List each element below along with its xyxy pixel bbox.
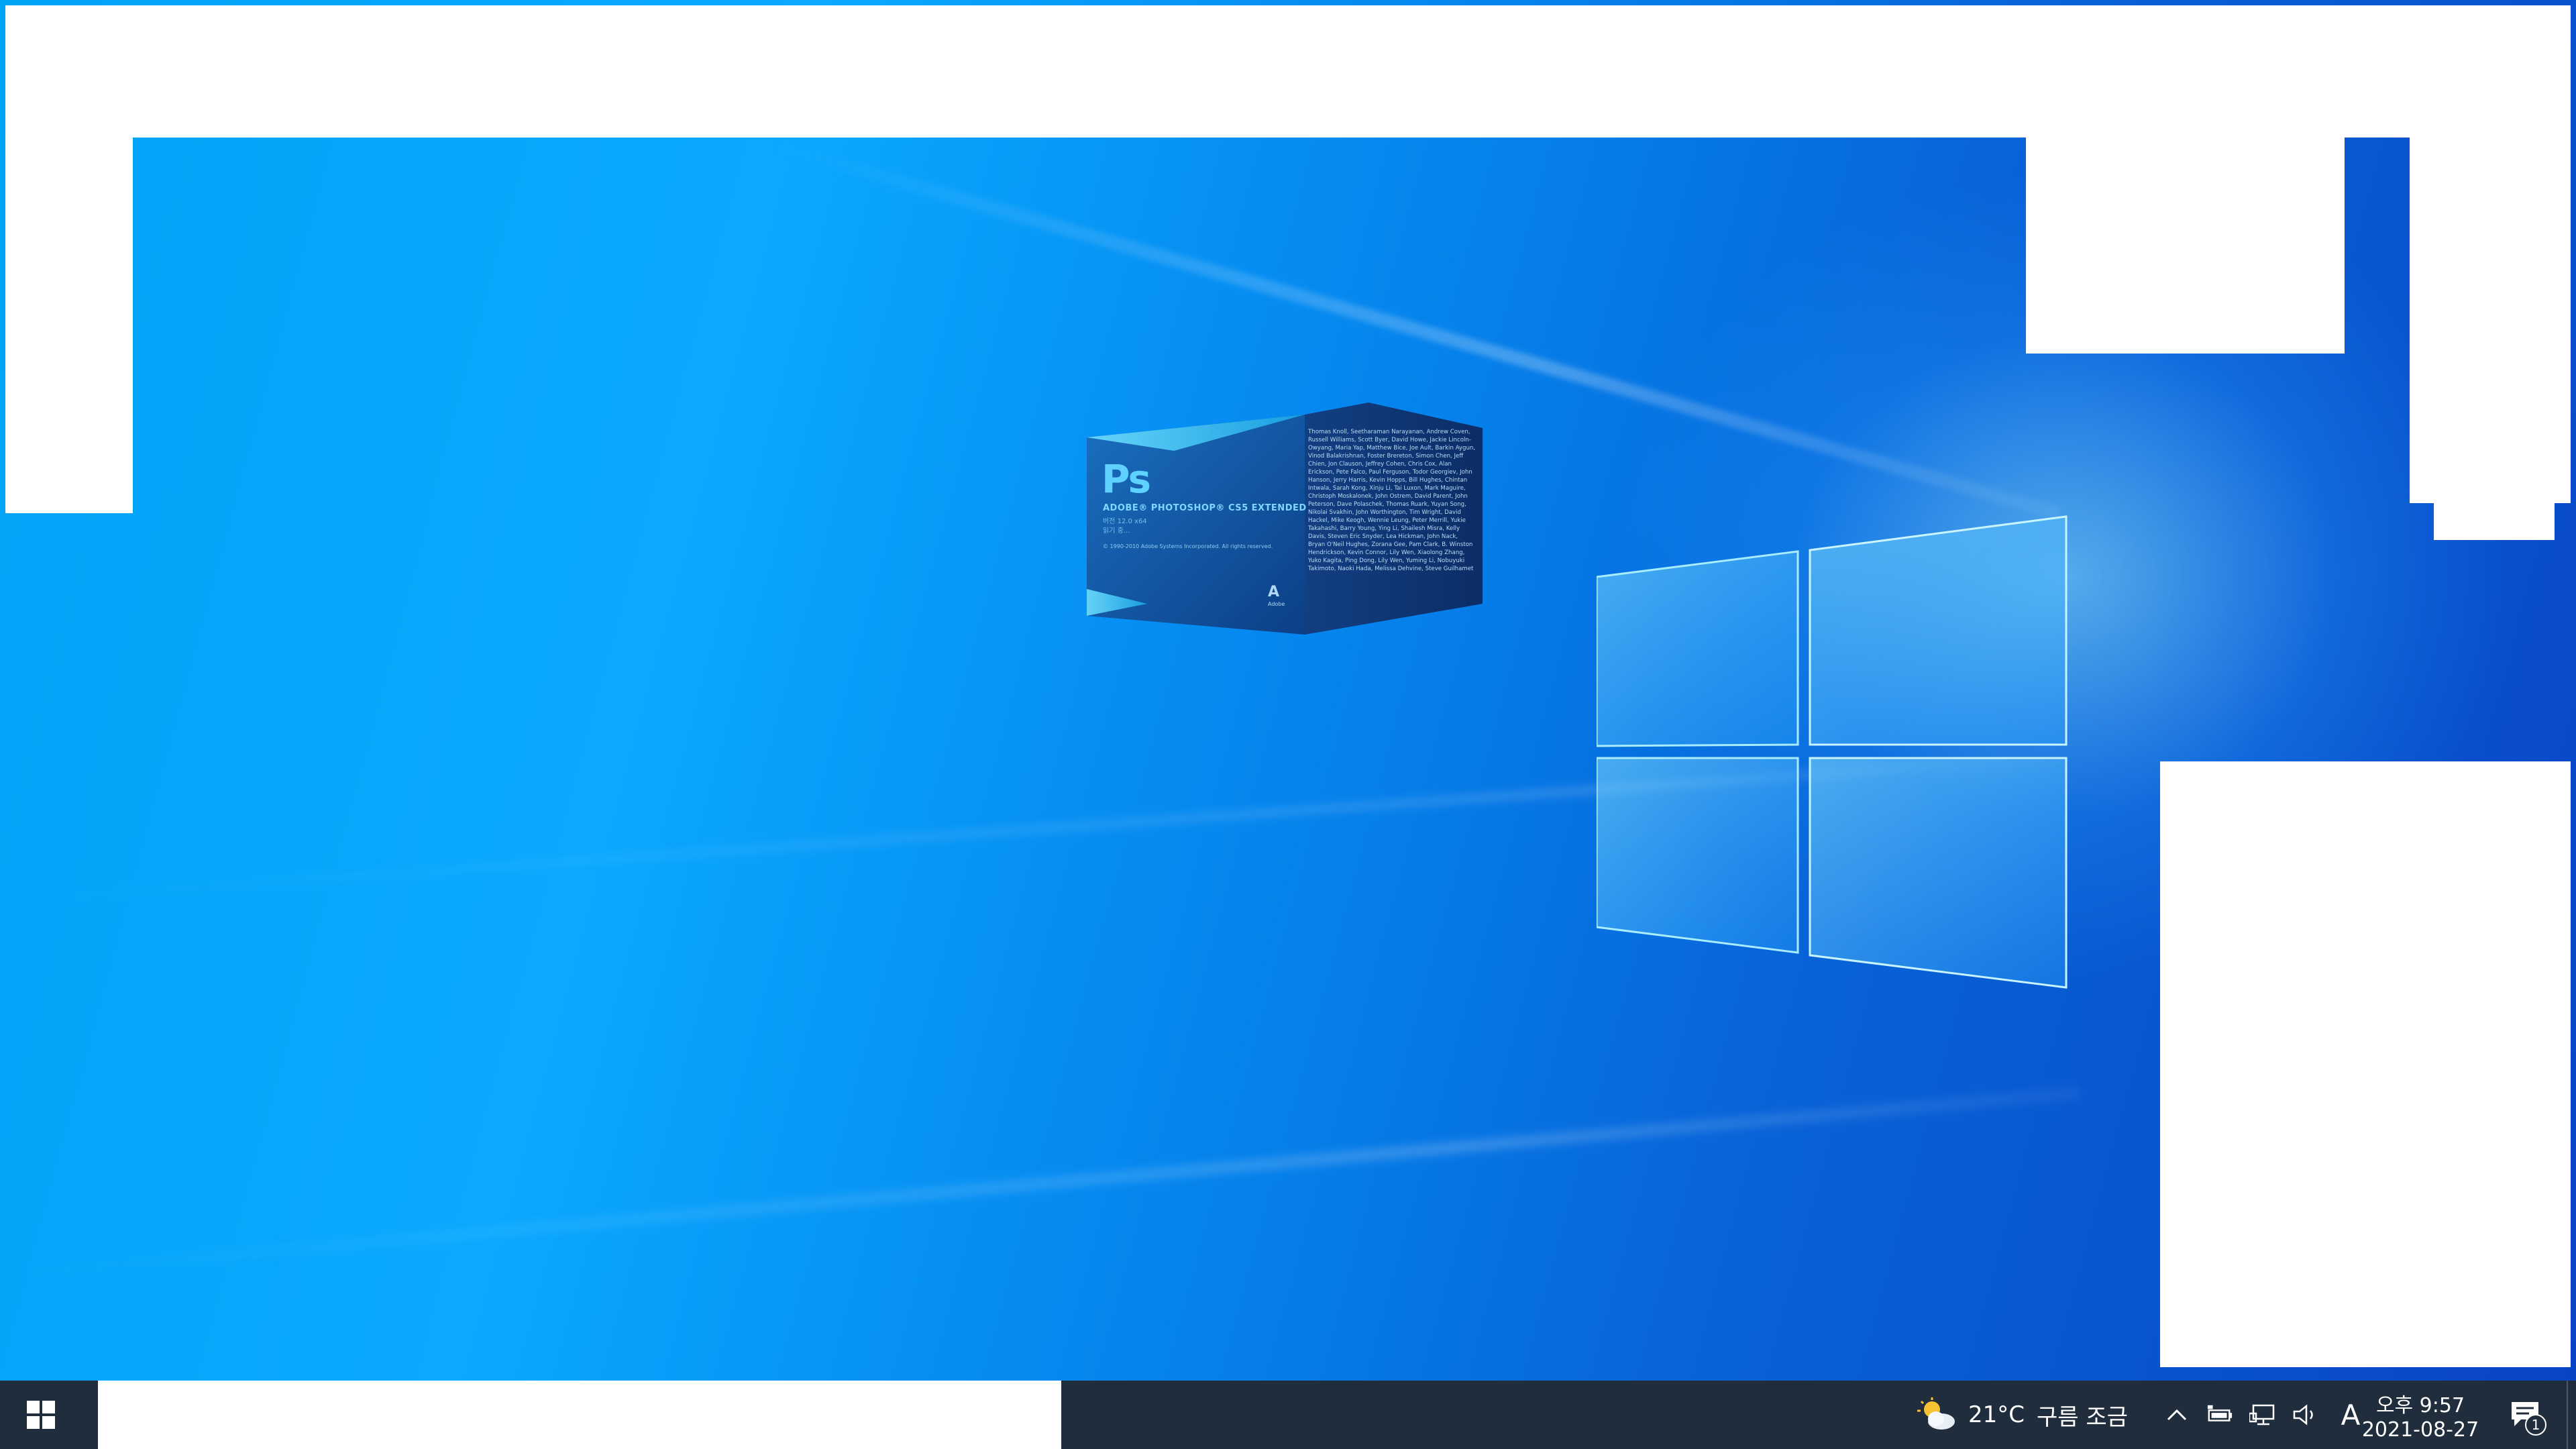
show-hidden-icons-button[interactable] (2163, 1395, 2190, 1435)
blank-region-right-edge-2 (2434, 503, 2555, 540)
taskbar: 21°C 구름 조금 A 오후 9:57 2021-08-27 1 (0, 1381, 2576, 1449)
action-center-button[interactable]: 1 (2496, 1381, 2556, 1449)
battery-button[interactable] (2206, 1395, 2233, 1435)
product-name: ADOBE® PHOTOSHOP® CS5 EXTENDED (1103, 503, 1307, 513)
clock[interactable]: 오후 9:57 2021-08-27 (2353, 1381, 2487, 1449)
taskbar-blank-region (98, 1381, 1061, 1449)
weather-description: 구름 조금 (2037, 1403, 2128, 1431)
adobe-logo-icon: A (1268, 584, 1280, 600)
weather-temperature: 21°C (1968, 1401, 2025, 1428)
blank-region-left (5, 138, 133, 513)
blank-region-bottom-right (2160, 761, 2571, 1367)
ethernet-network-icon (2249, 1404, 2275, 1426)
system-tray: A (2163, 1381, 2366, 1449)
network-button[interactable] (2249, 1395, 2276, 1435)
partly-cloudy-icon (1917, 1397, 1955, 1430)
adobe-wordmark: Adobe (1268, 601, 1285, 607)
clock-date: 2021-08-27 (2361, 1418, 2479, 1442)
weather-widget[interactable]: 21°C 구름 조금 (1917, 1381, 2128, 1449)
windows-logo-icon (27, 1401, 55, 1429)
speaker-icon (2293, 1404, 2313, 1426)
photoshop-splash-screen: Ps ADOBE® PHOTOSHOP® CS5 EXTENDED 버전 12.… (1087, 402, 1483, 639)
copyright-text: © 1990-2010 Adobe Systems Incorporated. … (1103, 543, 1273, 549)
blank-region-top (5, 5, 2571, 138)
show-desktop-button[interactable] (2567, 1381, 2576, 1449)
credits-text: Thomas Knoll, Seetharaman Narayanan, And… (1308, 429, 1476, 572)
blank-region-right-edge (2410, 138, 2571, 503)
photoshop-logo: Ps (1102, 456, 1151, 502)
notification-count-badge: 1 (2525, 1414, 2546, 1436)
chevron-up-icon (2167, 1409, 2187, 1421)
windows-wallpaper-logo-icon (1597, 515, 2068, 989)
battery-plug-icon (2207, 1405, 2233, 1421)
loading-status: 읽기 중... (1103, 527, 1130, 535)
volume-button[interactable] (2292, 1395, 2319, 1435)
version-text: 버전 12.0 x64 (1103, 518, 1147, 525)
light-beam (7, 1087, 2081, 1281)
blank-region-top-right (2026, 138, 2345, 354)
start-button[interactable] (0, 1381, 82, 1449)
clock-time: 오후 9:57 (2375, 1394, 2465, 1417)
